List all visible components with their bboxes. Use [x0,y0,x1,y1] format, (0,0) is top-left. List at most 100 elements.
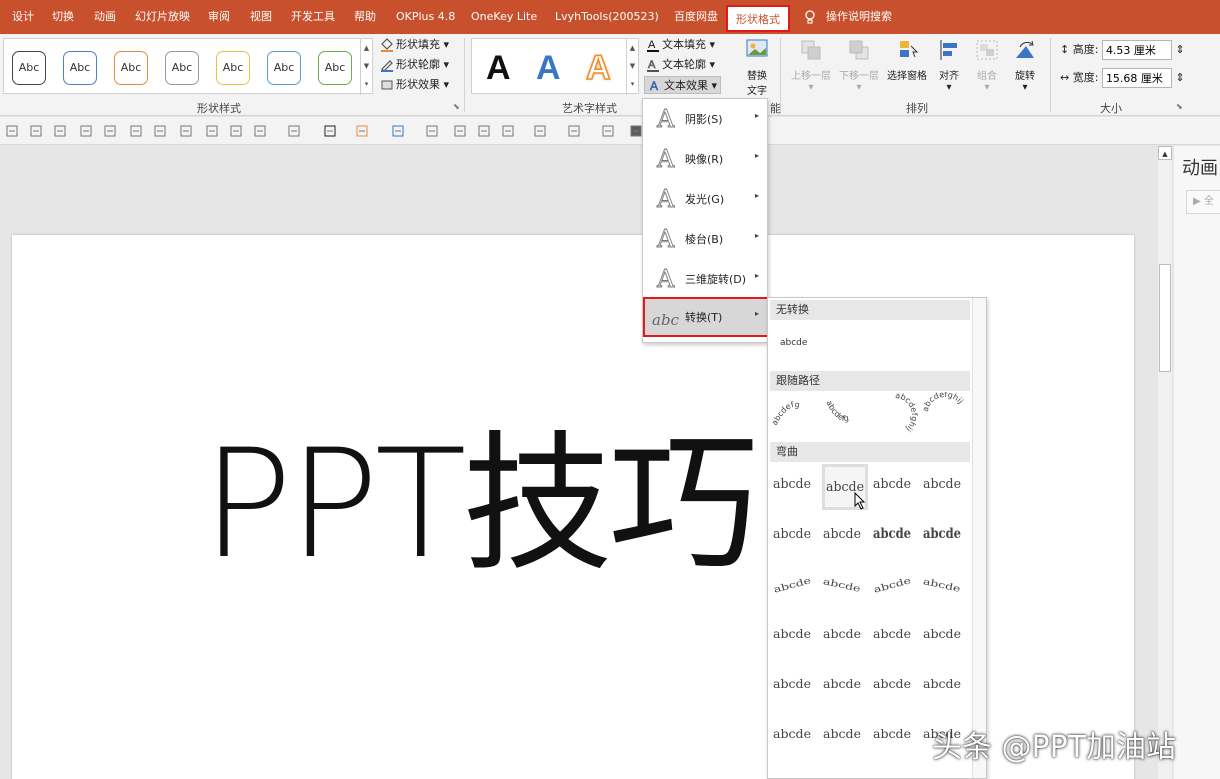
height-input[interactable] [1101,40,1172,60]
gallery-more-arrow-icon[interactable]: ▾ [627,75,638,93]
shape-styles-launcher-icon[interactable]: ⬊ [453,102,460,111]
alt-text-button[interactable]: 替换 文字 [740,38,774,97]
distribute-v-icon[interactable] [128,123,144,139]
text-effects-button[interactable]: A 文本效果 ▾ [644,76,722,94]
width-input[interactable] [1101,68,1172,88]
slide-title-text[interactable]: PPT技巧 [202,430,759,580]
shape-style-swatch[interactable]: Abc [267,51,301,85]
align-bottom-icon[interactable] [52,123,68,139]
textbox-icon[interactable] [204,123,220,139]
warp-option[interactable]: abcde [872,564,918,610]
play-all-button[interactable]: ▶ 全 [1186,190,1220,214]
gallery-scroll-arrows[interactable]: ▲ ▼ ▾ [360,39,372,95]
text-effects-item-0[interactable]: A 阴影(S) ▸ [645,101,765,137]
shapes-icon[interactable] [252,123,268,139]
image-icon[interactable] [228,123,244,139]
text-effects-item-3[interactable]: A 棱台(B) ▸ [645,221,765,257]
shape-style-swatch[interactable]: Abc [114,51,148,85]
shape-dropdown-icon[interactable] [286,123,302,139]
distribute-icon[interactable] [102,123,118,139]
warp-option[interactable]: abcde [872,464,918,510]
no-transform-option[interactable]: abcde [780,338,807,348]
selection-pane-button[interactable]: 选择窗格 [884,38,930,82]
wordart-gallery-arrows[interactable]: ▲ ▼ ▾ [626,39,638,95]
shape-style-swatch[interactable]: Abc [63,51,97,85]
text-effects-item-2[interactable]: A 发光(G) ▸ [645,181,765,217]
submenu-scrollbar[interactable] [972,298,986,778]
tab-design[interactable]: 设计 [12,0,34,34]
fill-color-icon[interactable] [354,123,370,139]
warp-option[interactable]: abcde [822,714,868,760]
link-icon[interactable] [500,123,516,139]
chart-icon[interactable] [532,123,548,139]
warp-option[interactable]: abcde [772,614,818,660]
warp-option[interactable]: abcde [822,564,868,610]
warp-option[interactable]: abcde [872,614,918,660]
warp-option[interactable]: abcde [772,714,818,760]
warp-option[interactable]: abcde [772,564,818,610]
rotate-button[interactable]: 旋转 ▾ [1008,38,1042,93]
shape-style-swatch[interactable]: Abc [318,51,352,85]
width-spinner-icon[interactable]: ⇕ [1175,71,1184,84]
text-outline-button[interactable]: A 文本轮廓 ▾ [646,56,715,74]
format-painter-icon[interactable] [424,123,440,139]
align-left-icon[interactable] [4,123,20,139]
wordart-style-black[interactable]: A [486,49,511,88]
height-spinner-icon[interactable]: ⇕ [1175,43,1184,56]
tab-lvyhtools[interactable]: LvyhTools(200523) [555,0,659,34]
warp-option[interactable]: abcde [872,514,918,560]
follow-path-option[interactable]: abcdefg [822,392,868,438]
tab-shape-format[interactable]: 形状格式 [726,5,790,32]
send-backward-button[interactable]: 下移一层 ▾ [836,38,882,93]
group-button[interactable]: 组合 ▾ [970,38,1004,93]
follow-path-option[interactable]: abcdefghij [922,392,968,438]
tab-help[interactable]: 帮助 [354,0,376,34]
middle-align-icon[interactable] [152,123,168,139]
warp-option[interactable]: abcde [772,514,818,560]
shape-style-swatch[interactable]: Abc [165,51,199,85]
tab-animations[interactable]: 动画 [94,0,116,34]
align-center-icon[interactable] [28,123,44,139]
warp-option[interactable]: abcde [922,664,968,710]
text-effects-item-5[interactable]: abc 转换(T) ▸ [643,297,769,337]
text-fill-button[interactable]: A 文本填充 ▾ [646,36,715,54]
warp-option[interactable]: abcde [872,664,918,710]
wordart-style-orange-outline[interactable]: A [585,48,611,88]
tab-slideshow[interactable]: 幻灯片放映 [135,0,190,34]
edit-points-icon[interactable] [178,123,194,139]
magic-icon[interactable] [452,123,468,139]
shape-style-swatch[interactable]: Abc [12,51,46,85]
shape-style-swatch[interactable]: Abc [216,51,250,85]
tab-review[interactable]: 审阅 [208,0,230,34]
warp-option[interactable]: abcde [872,714,918,760]
gallery-down-arrow-icon[interactable]: ▼ [361,57,372,75]
align-button[interactable]: 对齐 ▾ [932,38,966,93]
warp-option[interactable]: abcde [772,664,818,710]
tab-transitions[interactable]: 切换 [52,0,74,34]
warp-option[interactable]: abcde [922,464,968,510]
warp-option[interactable]: abcde [822,514,868,560]
tab-view[interactable]: 视图 [250,0,272,34]
warp-option[interactable]: abcde [922,514,968,560]
font-color-icon[interactable] [322,123,338,139]
scroll-thumb[interactable] [1159,264,1171,372]
bring-forward-button[interactable]: 上移一层 ▾ [788,38,834,93]
text-effects-item-1[interactable]: A 映像(R) ▸ [645,141,765,177]
warp-option[interactable]: abcde [822,614,868,660]
text-effects-item-4[interactable]: A 三维旋转(D) ▸ [645,261,765,297]
shape-effects-button[interactable]: 形状效果 ▾ [380,76,449,94]
star-icon[interactable] [476,123,492,139]
size-launcher-icon[interactable]: ⬊ [1176,102,1183,111]
align-top-icon[interactable] [78,123,94,139]
gallery-down-arrow-icon[interactable]: ▼ [627,57,638,75]
warp-option[interactable]: abcde [922,614,968,660]
gallery-more-arrow-icon[interactable]: ▾ [361,75,372,93]
tab-onekey-lite[interactable]: OneKey Lite [471,0,537,34]
scroll-up-icon[interactable]: ▲ [1158,146,1172,160]
follow-path-option[interactable]: abcdefghij [872,392,918,438]
shape-fill-button[interactable]: 形状填充 ▾ [380,36,449,54]
effects-icon[interactable] [600,123,616,139]
gallery-up-arrow-icon[interactable]: ▲ [361,39,372,57]
follow-path-option[interactable]: abcdefg [772,392,818,438]
crop-icon[interactable] [566,123,582,139]
